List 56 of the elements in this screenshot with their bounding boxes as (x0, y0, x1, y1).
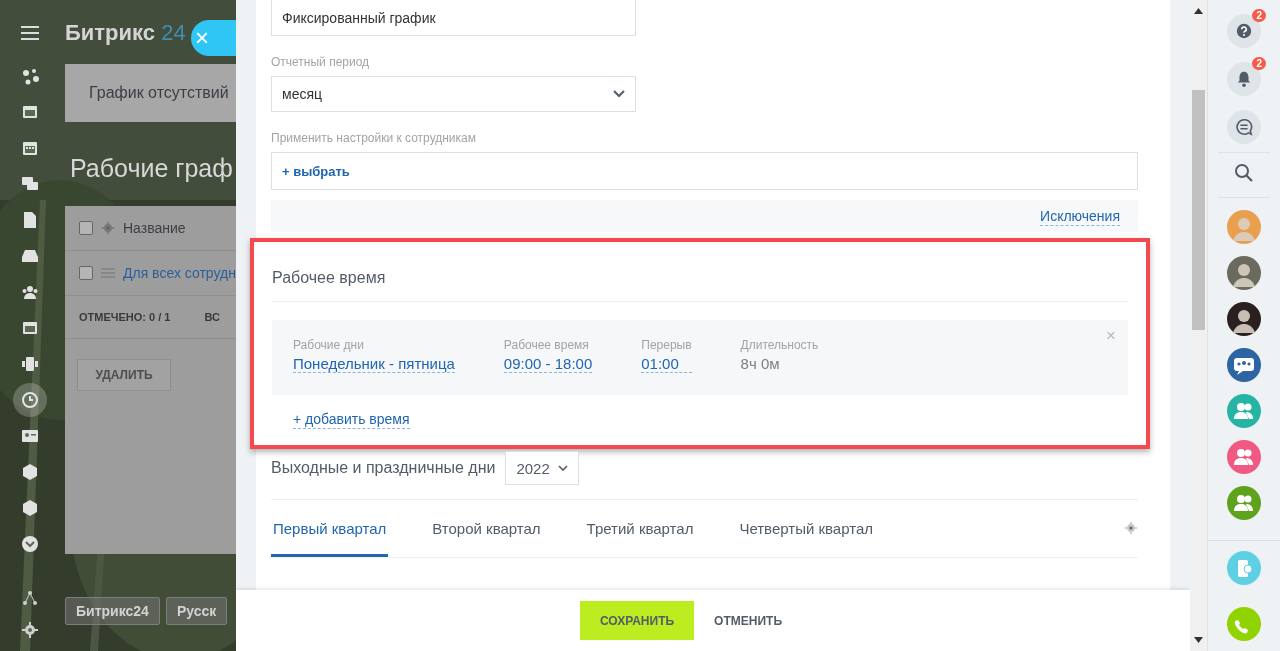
help-icon (1235, 22, 1253, 40)
field-label: Применить настройки к сотрудникам (271, 131, 477, 145)
employees-field[interactable]: + выбрать (271, 152, 1138, 190)
group-chat-icon[interactable] (1227, 440, 1261, 474)
group-chat-icon[interactable] (1227, 394, 1261, 428)
selected-count: ОТМЕЧЕНО: 0 / 1 (79, 311, 171, 323)
schedule-name-field[interactable]: Фиксированный график (271, 0, 636, 36)
quarter-tab[interactable]: Второй квартал (430, 520, 543, 557)
count-badge: 2 (1252, 9, 1266, 22)
total-label: ВС (204, 311, 220, 323)
bell-icon (1235, 70, 1253, 88)
clock-icon[interactable] (13, 383, 47, 417)
menu-icon[interactable] (21, 26, 39, 40)
chevron-down-icon (557, 464, 568, 472)
search-icon[interactable] (1234, 163, 1254, 183)
cancel-button[interactable]: ОТМЕНИТЬ (710, 613, 786, 628)
toolbar-title: График отсутствий (65, 64, 236, 122)
messages-button[interactable] (1227, 110, 1261, 144)
page-title: Рабочие граф (70, 154, 234, 184)
save-button[interactable]: СОХРАНИТЬ (580, 601, 695, 640)
scroll-down-icon[interactable] (1194, 637, 1203, 643)
scroll-up-icon[interactable] (1194, 8, 1203, 14)
duration-value: 8ч 0м (740, 355, 781, 372)
add-time-link[interactable]: + добавить время (293, 410, 410, 429)
duration-label: Длительность (740, 338, 819, 352)
days-link[interactable]: Понедельник - пятница (293, 355, 455, 373)
chat-group-icon[interactable] (1227, 348, 1261, 382)
holidays-label: Выходные и праздничные дни (271, 459, 496, 477)
section-title: Рабочее время (272, 242, 1128, 302)
column-header: Название (123, 220, 186, 236)
field-label: Отчетный период (271, 55, 371, 69)
footer-button[interactable]: Русск (165, 597, 228, 625)
delete-button[interactable]: УДАЛИТЬ (77, 359, 171, 391)
exceptions-link[interactable]: Исключения (1040, 206, 1120, 226)
days-label: Рабочие дни (293, 338, 365, 352)
time-link[interactable]: 09:00 - 18:00 (503, 355, 593, 373)
count-badge: 2 (1252, 57, 1266, 70)
checkbox[interactable] (79, 266, 93, 280)
scrollbar[interactable] (1190, 0, 1207, 651)
avatar[interactable] (1227, 302, 1261, 336)
break-link[interactable]: 01:00 (641, 355, 692, 373)
break-label: Перерыв (641, 338, 692, 352)
group-chat-icon[interactable] (1227, 486, 1261, 520)
footer-button[interactable]: Битрикс24 (65, 597, 160, 625)
checkbox[interactable] (79, 221, 93, 235)
quarter-tab[interactable]: Третий квартал (584, 520, 696, 557)
time-label: Рабочее время (503, 338, 590, 352)
chevron-down-icon (613, 90, 625, 98)
year-dropdown[interactable]: 2022 (505, 451, 579, 485)
quarter-tab[interactable]: Первый квартал (271, 520, 389, 557)
chat-icon (1235, 118, 1253, 136)
logo: Битрикс 24 (65, 19, 186, 46)
period-dropdown[interactable]: месяц (271, 76, 636, 112)
network-icon[interactable] (21, 589, 39, 607)
quarter-tab[interactable]: Четвертый квартал (737, 520, 875, 557)
select-link[interactable]: + выбрать (282, 163, 350, 179)
